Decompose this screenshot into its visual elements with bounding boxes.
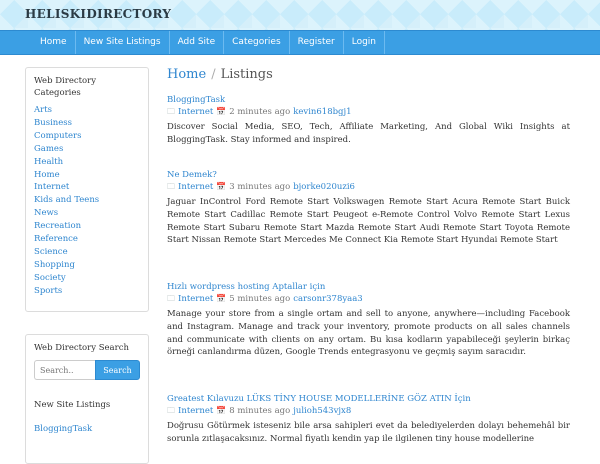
listing-item: BloggingTask 🗀 Internet 📅 2 minutes ago … — [167, 95, 570, 147]
nav-list: Home New Site Listings Add Site Categori… — [32, 31, 385, 54]
search-card: Web Directory Search Search New Site Lis… — [25, 334, 149, 464]
folder-icon: 🗀 — [167, 182, 175, 191]
category-link-kids-and-teens[interactable]: Kids and Teens — [34, 194, 140, 207]
nav-add-site[interactable]: Add Site — [168, 31, 224, 54]
category-link-home[interactable]: Home — [34, 169, 140, 182]
listing-title[interactable]: Hızlı wordpress hosting Aptallar için — [167, 282, 570, 293]
listing-time: 8 minutes ago — [229, 406, 291, 416]
category-link-sports[interactable]: Sports — [34, 285, 140, 298]
listing-user[interactable]: julioh543vjx8 — [293, 405, 351, 417]
category-link-news[interactable]: News — [34, 207, 140, 220]
header-banner: HELISKIDIRECTORY — [0, 0, 600, 30]
category-link-business[interactable]: Business — [34, 117, 140, 130]
listing-category[interactable]: Internet — [178, 181, 213, 193]
folder-icon: 🗀 — [167, 406, 175, 415]
nav-register[interactable]: Register — [288, 31, 343, 54]
nav-new-site-listings[interactable]: New Site Listings — [74, 31, 169, 54]
folder-icon: 🗀 — [167, 107, 175, 116]
nav-login[interactable]: Login — [342, 31, 385, 54]
listing-description: Manage your store from a single ortam an… — [167, 309, 570, 358]
category-link-health[interactable]: Health — [34, 156, 140, 169]
categories-heading: Web Directory Categories — [34, 76, 97, 98]
new-listings-heading: New Site Listings — [34, 400, 111, 410]
category-link-science[interactable]: Science — [34, 246, 140, 259]
category-link-shopping[interactable]: Shopping — [34, 259, 140, 272]
category-link-reference[interactable]: Reference — [34, 233, 140, 246]
new-listing-link[interactable]: BloggingTask — [34, 424, 140, 434]
nav-home[interactable]: Home — [32, 31, 75, 54]
nav-categories[interactable]: Categories — [223, 31, 289, 54]
search-form: Search — [34, 360, 140, 380]
listing-category[interactable]: Internet — [178, 106, 213, 118]
listing-title[interactable]: BloggingTask — [167, 95, 570, 106]
calendar-icon: 📅 — [216, 406, 227, 415]
listing-title[interactable]: Ne Demek? — [167, 170, 570, 181]
listing-meta: 🗀 Internet 📅 3 minutes ago bjorke020uzi6 — [167, 181, 570, 193]
category-link-society[interactable]: Society — [34, 272, 140, 285]
search-heading: Web Directory Search — [34, 343, 129, 353]
category-link-recreation[interactable]: Recreation — [34, 220, 140, 233]
site-title[interactable]: HELISKIDIRECTORY — [25, 7, 171, 21]
main-navbar: Home New Site Listings Add Site Categori… — [0, 30, 600, 55]
breadcrumb-current: Listings — [220, 67, 273, 82]
listing-description: Doğrusu Götürmek isteseniz bile arsa sah… — [167, 421, 570, 444]
category-link-computers[interactable]: Computers — [34, 130, 140, 143]
listing-description: Discover Social Media, SEO, Tech, Affili… — [167, 122, 570, 145]
listing-item: Ne Demek? 🗀 Internet 📅 3 minutes ago bjo… — [167, 170, 570, 247]
breadcrumb-separator: / — [211, 67, 216, 82]
listing-user[interactable]: carsonr378yaa3 — [293, 293, 362, 305]
listing-category[interactable]: Internet — [178, 293, 213, 305]
calendar-icon: 📅 — [216, 182, 227, 191]
listing-time: 5 minutes ago — [229, 294, 291, 304]
breadcrumb: Home / Listings — [167, 67, 570, 85]
listing-meta: 🗀 Internet 📅 8 minutes ago julioh543vjx8 — [167, 405, 570, 417]
main-content: Home / Listings BloggingTask 🗀 Internet 📅 … — [167, 67, 570, 444]
calendar-icon: 📅 — [216, 107, 227, 116]
listing-meta: 🗀 Internet 📅 5 minutes ago carsonr378yaa… — [167, 293, 570, 305]
listing-user[interactable]: bjorke020uzi6 — [293, 181, 355, 193]
listing-user[interactable]: kevin618bgj1 — [293, 106, 351, 118]
listing-item: Hızlı wordpress hosting Aptallar için 🗀 … — [167, 282, 570, 359]
listing-meta: 🗀 Internet 📅 2 minutes ago kevin618bgj1 — [167, 106, 570, 118]
category-link-arts[interactable]: Arts — [34, 104, 140, 117]
listing-title[interactable]: Greatest Kılavuzu LÜKS TİNY HOUSE MODELL… — [167, 394, 570, 405]
listing-category[interactable]: Internet — [178, 405, 213, 417]
category-link-games[interactable]: Games — [34, 143, 140, 156]
category-link-internet[interactable]: Internet — [34, 181, 140, 194]
search-button[interactable]: Search — [95, 360, 140, 380]
listing-description: Jaguar InControl Ford Remote Start Volks… — [167, 197, 570, 246]
listing-item: Greatest Kılavuzu LÜKS TİNY HOUSE MODELL… — [167, 394, 570, 446]
folder-icon: 🗀 — [167, 294, 175, 303]
calendar-icon: 📅 — [216, 294, 227, 303]
listing-time: 2 minutes ago — [229, 107, 291, 117]
search-input[interactable] — [34, 360, 95, 380]
categories-card: Web Directory Categories Arts Business C… — [25, 67, 149, 312]
breadcrumb-home[interactable]: Home — [167, 67, 206, 82]
listing-time: 3 minutes ago — [229, 182, 291, 192]
